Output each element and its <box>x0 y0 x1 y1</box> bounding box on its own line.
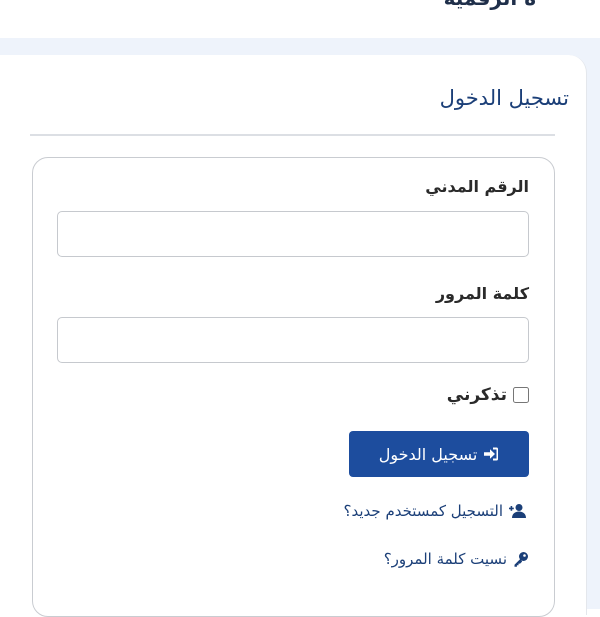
password-input[interactable] <box>57 317 529 363</box>
sign-in-icon <box>483 446 499 462</box>
key-icon <box>513 551 529 567</box>
forgot-password-link[interactable]: نسيت كلمة المرور؟ <box>384 550 529 568</box>
user-plus-icon <box>509 503 529 519</box>
header-title-partial: ة الرقمية <box>444 0 536 10</box>
remember-me-row: تذكرني <box>447 385 529 405</box>
top-header-strip: ة الرقمية <box>0 0 600 38</box>
title-divider <box>30 134 555 136</box>
register-link-label: التسجيل كمستخدم جديد؟ <box>343 502 503 520</box>
forgot-password-label: نسيت كلمة المرور؟ <box>383 550 507 568</box>
civil-id-input[interactable] <box>57 211 529 257</box>
card-title: تسجيل الدخول <box>439 86 569 110</box>
remember-me-label[interactable]: تذكرني <box>447 385 507 405</box>
remember-me-checkbox[interactable] <box>513 387 529 403</box>
login-button[interactable]: تسجيل الدخول <box>349 431 529 477</box>
register-link[interactable]: التسجيل كمستخدم جديد؟ <box>344 502 529 520</box>
civil-id-label: الرقم المدني <box>425 177 529 196</box>
login-button-label: تسجيل الدخول <box>378 444 478 464</box>
password-label: كلمة المرور <box>435 284 529 303</box>
